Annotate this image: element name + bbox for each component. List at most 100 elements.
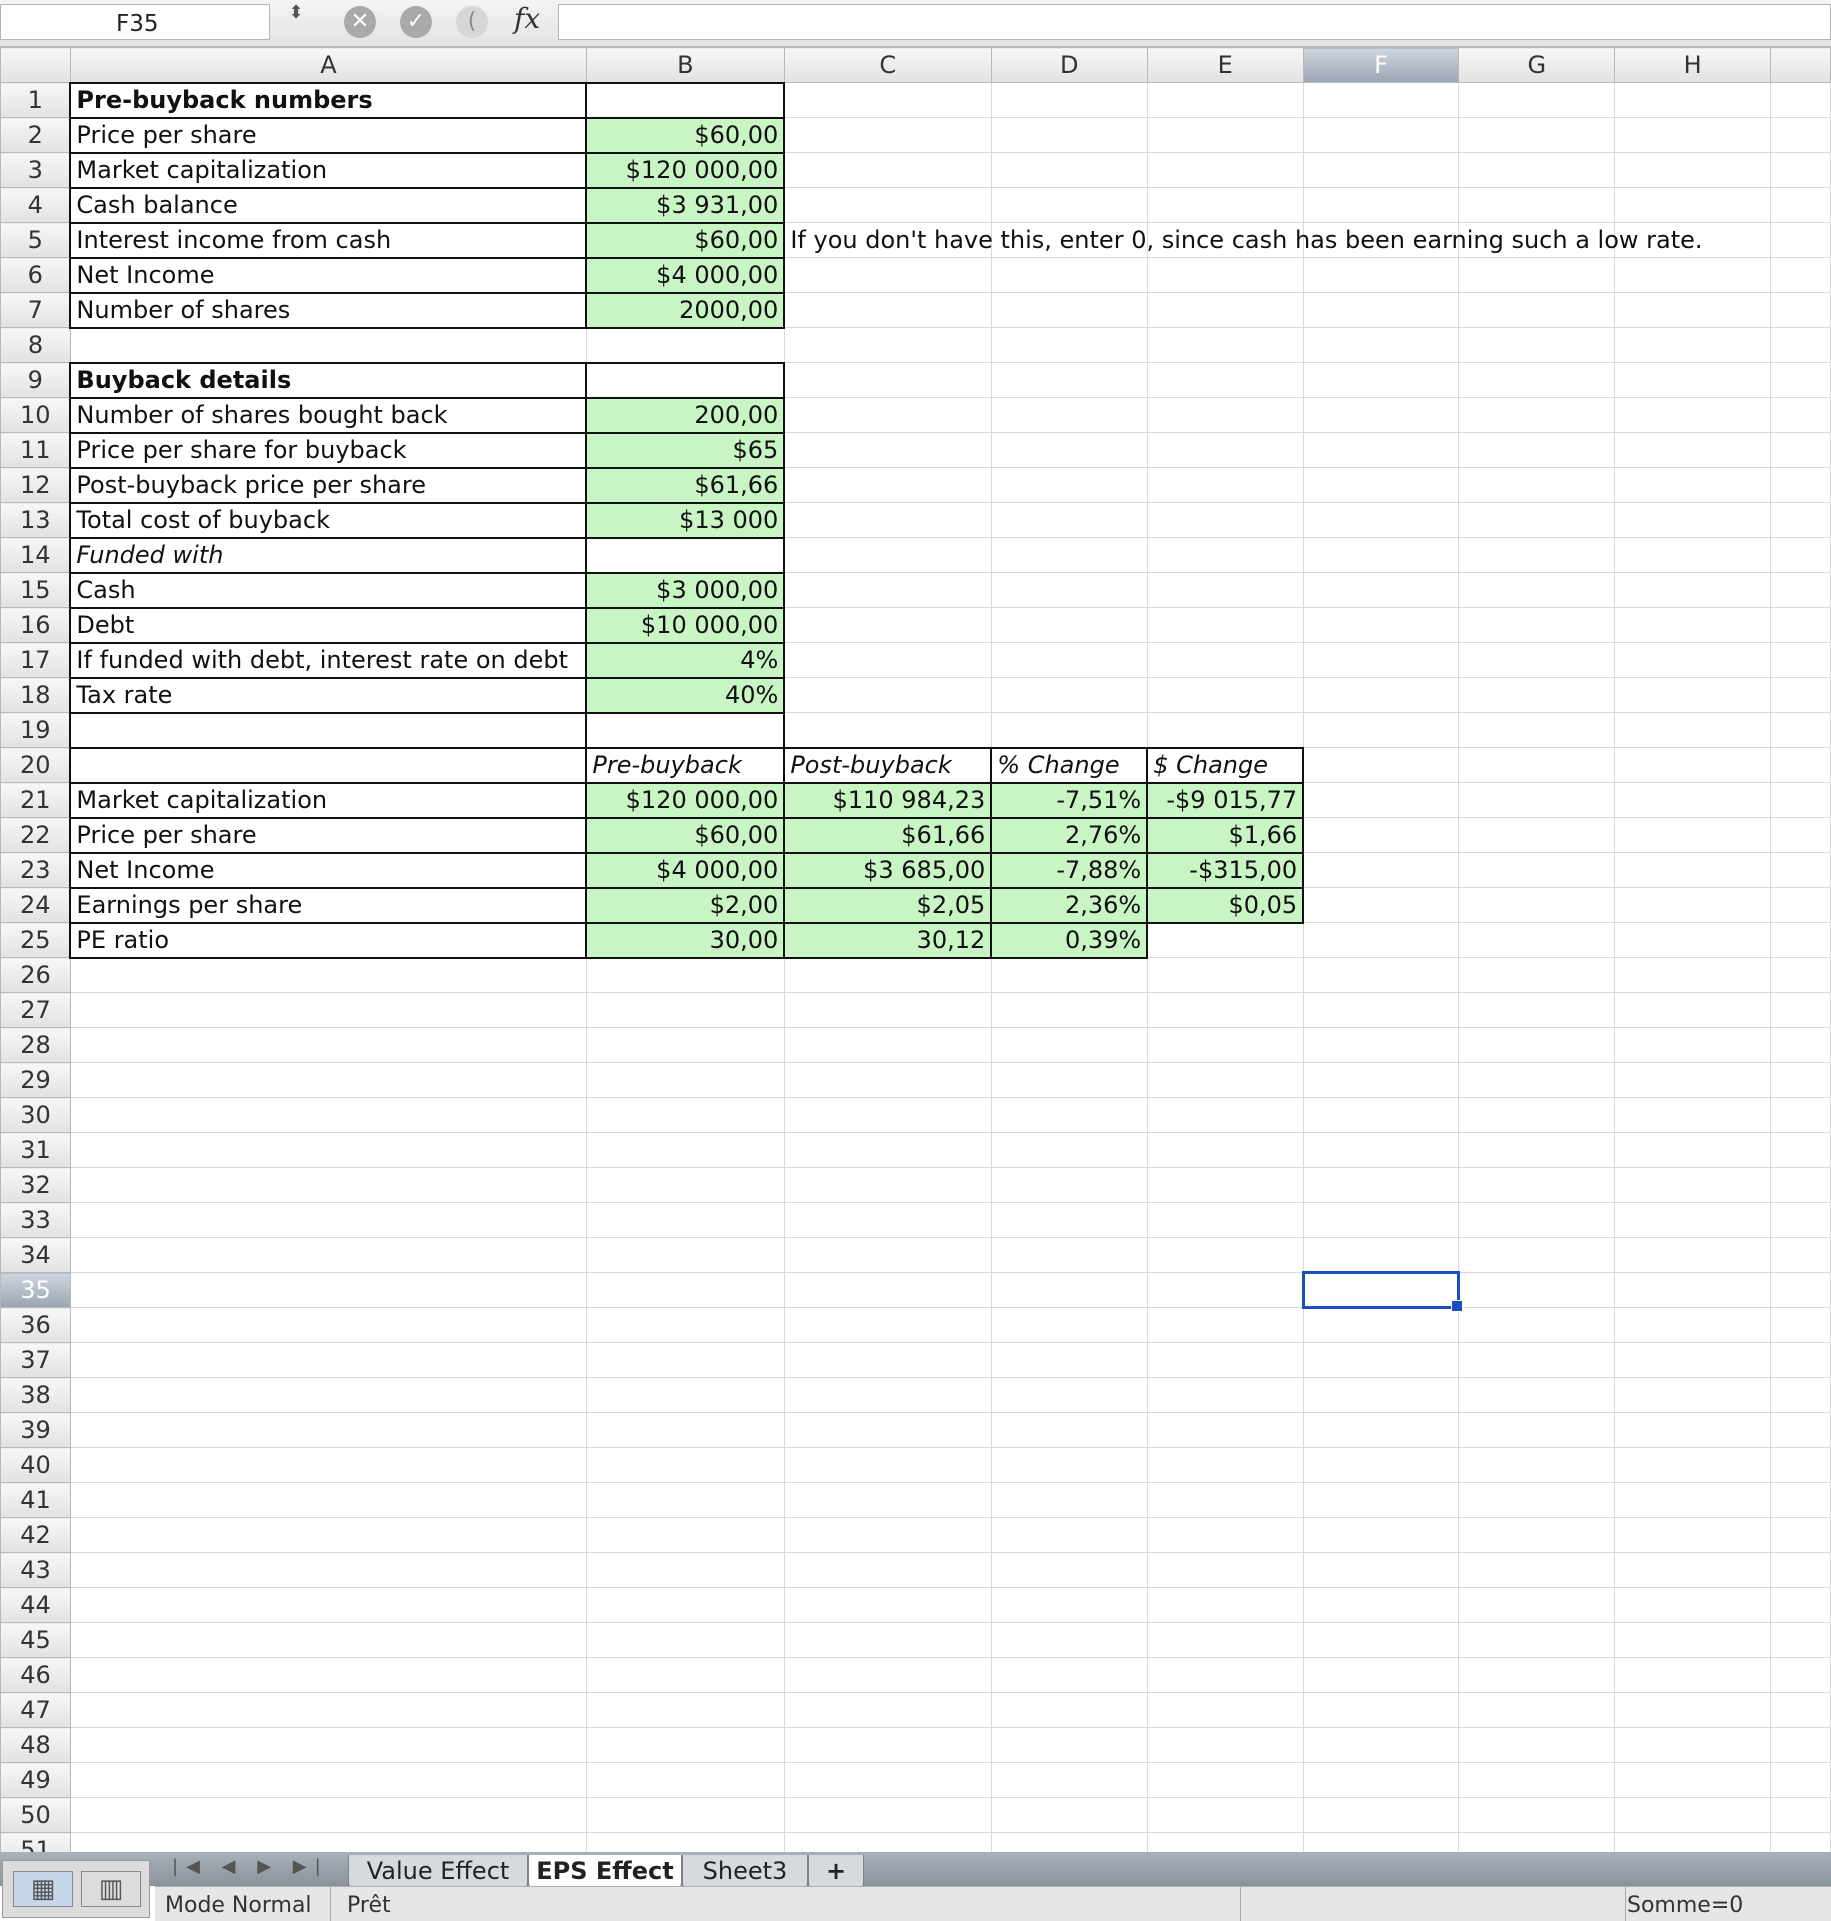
cell-a42[interactable]	[69, 1517, 587, 1553]
cell-e1[interactable]	[1146, 82, 1304, 118]
cell-g26[interactable]	[1458, 957, 1616, 993]
cell-f35[interactable]	[1301, 1271, 1464, 1312]
cell-d26[interactable]	[990, 957, 1148, 993]
cell-c43[interactable]	[783, 1552, 992, 1588]
cell-d50[interactable]	[990, 1797, 1148, 1833]
cell-b2[interactable]: $60,00	[585, 116, 786, 154]
cell-e44[interactable]	[1146, 1587, 1304, 1623]
cell-b8[interactable]	[585, 327, 785, 363]
cell-d49[interactable]	[990, 1762, 1148, 1798]
cell-e10[interactable]	[1146, 397, 1304, 433]
cell-e6[interactable]	[1146, 257, 1304, 293]
cell-b9[interactable]	[585, 361, 786, 399]
cell-f8[interactable]	[1302, 327, 1460, 363]
row-header[interactable]: 32	[0, 1167, 71, 1203]
cell-c33[interactable]	[783, 1202, 992, 1238]
cell-d25[interactable]: 0,39%	[990, 921, 1149, 959]
cell-c17[interactable]	[783, 642, 992, 678]
cell-d18[interactable]	[990, 677, 1148, 713]
cell-c15[interactable]	[783, 572, 992, 608]
cell-a22[interactable]: Price per share	[69, 816, 588, 854]
cell-b3[interactable]: $120 000,00	[585, 151, 786, 189]
cell-f30[interactable]	[1302, 1097, 1460, 1133]
cell-d51[interactable]	[990, 1832, 1148, 1852]
column-header-e[interactable]: E	[1146, 47, 1304, 83]
cell-f19[interactable]	[1302, 712, 1460, 748]
cell-d35[interactable]	[990, 1272, 1148, 1308]
tab-value-effect[interactable]: Value Effect	[348, 1855, 528, 1889]
cell-b19[interactable]	[585, 711, 786, 749]
cell-h22[interactable]	[1614, 817, 1772, 853]
row-header[interactable]: 26	[0, 957, 71, 993]
cell-c47[interactable]	[783, 1692, 992, 1728]
cell-d40[interactable]	[990, 1447, 1148, 1483]
cell-a32[interactable]	[69, 1167, 587, 1203]
cell-f51[interactable]	[1302, 1832, 1460, 1852]
cell-f31[interactable]	[1302, 1132, 1460, 1168]
cell-b51[interactable]	[585, 1832, 785, 1852]
cell-d15[interactable]	[990, 572, 1148, 608]
cell-d13[interactable]	[990, 502, 1148, 538]
cell-f47[interactable]	[1302, 1692, 1460, 1728]
cell-f7[interactable]	[1302, 292, 1460, 328]
cell-f45[interactable]	[1302, 1622, 1460, 1658]
page-layout-view-icon[interactable]: ▥	[81, 1871, 141, 1907]
cell-g1[interactable]	[1458, 82, 1616, 118]
cell-h8[interactable]	[1614, 327, 1772, 363]
cell-h25[interactable]	[1614, 922, 1772, 958]
cell-e37[interactable]	[1146, 1342, 1304, 1378]
cell-a47[interactable]	[69, 1692, 587, 1728]
cell-a3[interactable]: Market capitalization	[69, 151, 588, 189]
cell-c34[interactable]	[783, 1237, 992, 1273]
cell-f40[interactable]	[1302, 1447, 1460, 1483]
row-header[interactable]: 34	[0, 1237, 71, 1273]
cell-h38[interactable]	[1614, 1377, 1772, 1413]
cell-f14[interactable]	[1302, 537, 1460, 573]
cell-h19[interactable]	[1614, 712, 1772, 748]
cell-f38[interactable]	[1302, 1377, 1460, 1413]
cell-g37[interactable]	[1458, 1342, 1616, 1378]
cell-f1[interactable]	[1302, 82, 1460, 118]
cell-b27[interactable]	[585, 992, 785, 1028]
cell-a51[interactable]	[69, 1832, 587, 1852]
cell-f48[interactable]	[1302, 1727, 1460, 1763]
cell-d47[interactable]	[990, 1692, 1148, 1728]
cell-g49[interactable]	[1458, 1762, 1616, 1798]
cell-h45[interactable]	[1614, 1622, 1772, 1658]
cell-g2[interactable]	[1458, 117, 1616, 153]
cell-c48[interactable]	[783, 1727, 992, 1763]
cell-a9[interactable]: Buyback details	[69, 361, 588, 399]
cell-e18[interactable]	[1146, 677, 1304, 713]
cell-a45[interactable]	[69, 1622, 587, 1658]
cell-f36[interactable]	[1302, 1307, 1460, 1343]
cell-g42[interactable]	[1458, 1517, 1616, 1553]
cell-f34[interactable]	[1302, 1237, 1460, 1273]
cell-g51[interactable]	[1458, 1832, 1616, 1852]
cell-g19[interactable]	[1458, 712, 1616, 748]
cell-h3[interactable]	[1614, 152, 1772, 188]
cell-f13[interactable]	[1302, 502, 1460, 538]
row-header[interactable]: 40	[0, 1447, 71, 1483]
tab-eps-effect[interactable]: EPS Effect	[528, 1855, 682, 1889]
cell-f6[interactable]	[1302, 257, 1460, 293]
row-header[interactable]: 24	[0, 887, 71, 923]
cell-a34[interactable]	[69, 1237, 587, 1273]
cell-d17[interactable]	[990, 642, 1148, 678]
cell-h47[interactable]	[1614, 1692, 1772, 1728]
cell-f2[interactable]	[1302, 117, 1460, 153]
cell-a30[interactable]	[69, 1097, 587, 1133]
cell-h1[interactable]	[1614, 82, 1772, 118]
cell-g7[interactable]	[1458, 292, 1616, 328]
cell-a8[interactable]	[69, 327, 587, 363]
cell-b37[interactable]	[585, 1342, 785, 1378]
cell-c1[interactable]	[783, 82, 992, 118]
sheet-nav-arrows-icon[interactable]: |◀ ◀ ▶ ▶|	[172, 1856, 329, 1877]
function-wizard-icon[interactable]: (	[456, 6, 488, 38]
cell-a37[interactable]	[69, 1342, 587, 1378]
cell-g15[interactable]	[1458, 572, 1616, 608]
cell-c46[interactable]	[783, 1657, 992, 1693]
cell-b36[interactable]	[585, 1307, 785, 1343]
cell-a2[interactable]: Price per share	[69, 116, 588, 154]
cell-h50[interactable]	[1614, 1797, 1772, 1833]
cell-e23[interactable]: -$315,00	[1146, 851, 1305, 889]
